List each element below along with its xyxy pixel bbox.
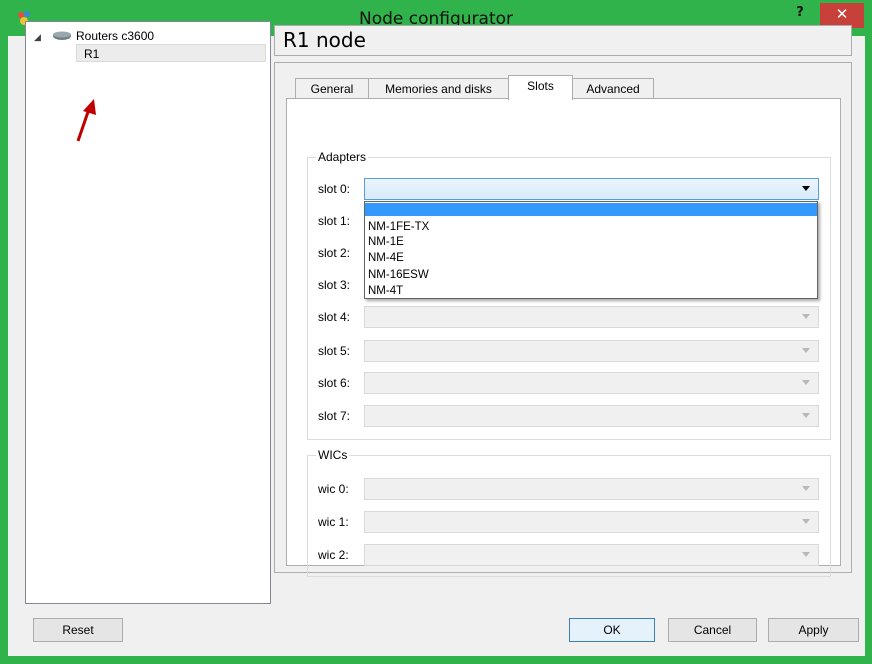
wic-0-select: [364, 478, 819, 500]
slot-0-label: slot 0:: [318, 182, 351, 196]
chevron-down-icon: [802, 486, 810, 491]
dropdown-option[interactable]: NM-16ESW: [365, 269, 817, 281]
node-tree[interactable]: ◢ Routers c3600 R1: [25, 21, 271, 604]
chevron-down-icon: [802, 186, 810, 191]
apply-button[interactable]: Apply: [768, 618, 859, 642]
dropdown-option[interactable]: NM-1E: [365, 236, 817, 248]
dropdown-option-empty[interactable]: [365, 203, 817, 216]
tree-root-routers[interactable]: ◢ Routers c3600: [34, 28, 154, 44]
help-button[interactable]: ?: [786, 4, 814, 26]
router-icon: [53, 31, 71, 40]
cancel-button[interactable]: Cancel: [668, 618, 757, 642]
chevron-down-icon: [802, 314, 810, 319]
slot-4-select: [364, 306, 819, 328]
tree-expander-icon[interactable]: ◢: [34, 29, 44, 45]
slot-6-select: [364, 372, 819, 394]
chevron-down-icon: [802, 348, 810, 353]
slot-0-dropdown-list[interactable]: NM-1FE-TX NM-1E NM-4E NM-16ESW NM-4T: [364, 201, 818, 299]
node-title: R1 node: [274, 25, 852, 56]
tab-slots[interactable]: Slots: [508, 75, 573, 100]
slot-7-select: [364, 405, 819, 427]
slot-6-label: slot 6:: [318, 376, 351, 390]
chevron-down-icon: [802, 413, 810, 418]
chevron-down-icon: [802, 380, 810, 385]
tree-item-label: R1: [84, 47, 100, 61]
slot-5-label: slot 5:: [318, 344, 351, 358]
wic-2-select: [364, 544, 819, 566]
slot-1-label: slot 1:: [318, 214, 351, 228]
slot-4-label: slot 4:: [318, 310, 351, 324]
annotation-arrow-r1: [76, 99, 96, 142]
slot-7-label: slot 7:: [318, 409, 351, 423]
slot-2-label: slot 2:: [318, 246, 351, 260]
ok-button[interactable]: OK: [569, 618, 655, 642]
wic-0-label: wic 0:: [318, 482, 349, 496]
adapters-group-title: Adapters: [316, 149, 369, 165]
dropdown-option[interactable]: NM-4T: [365, 285, 817, 297]
wic-2-label: wic 2:: [318, 548, 349, 562]
wic-1-select: [364, 511, 819, 533]
wic-1-label: wic 1:: [318, 515, 349, 529]
dropdown-option[interactable]: NM-1FE-TX: [365, 221, 817, 233]
wics-group-title: WICs: [316, 447, 350, 463]
chevron-down-icon: [802, 519, 810, 524]
tab-memories-and-disks[interactable]: Memories and disks: [368, 78, 509, 99]
chevron-down-icon: [802, 552, 810, 557]
dropdown-option[interactable]: NM-4E: [365, 252, 817, 264]
slot-3-label: slot 3:: [318, 278, 351, 292]
tree-item-r1[interactable]: R1: [76, 44, 266, 62]
reset-button[interactable]: Reset: [33, 618, 123, 642]
tab-general[interactable]: General: [295, 78, 369, 99]
slot-0-select[interactable]: [364, 178, 819, 200]
tree-root-label: Routers c3600: [76, 29, 155, 43]
slot-5-select: [364, 340, 819, 362]
tab-advanced[interactable]: Advanced: [572, 78, 654, 99]
